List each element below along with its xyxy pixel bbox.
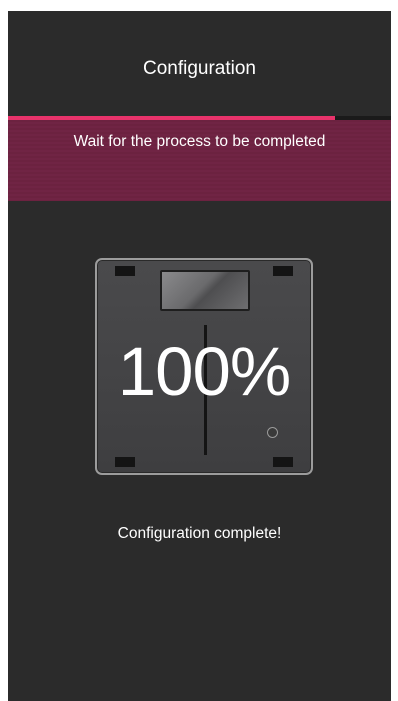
- device-corner-notch: [115, 457, 135, 467]
- device-corner-notch: [273, 457, 293, 467]
- device-display-window: [160, 270, 250, 311]
- wall-switch-icon: 100%: [95, 258, 313, 475]
- device-corner-notch: [273, 266, 293, 276]
- status-message: Configuration complete!: [117, 525, 282, 542]
- progress-percent-label: 100%: [117, 333, 291, 410]
- page-title: Configuration: [142, 58, 257, 79]
- banner-message: Wait for the process to be completed: [73, 133, 326, 150]
- info-banner: Wait for the process to be completed: [8, 120, 391, 201]
- header-bar: Configuration: [8, 11, 391, 116]
- app-screen: Configuration Wait for the process to be…: [8, 11, 391, 701]
- device-led-indicator: [267, 427, 278, 438]
- device-corner-notch: [115, 266, 135, 276]
